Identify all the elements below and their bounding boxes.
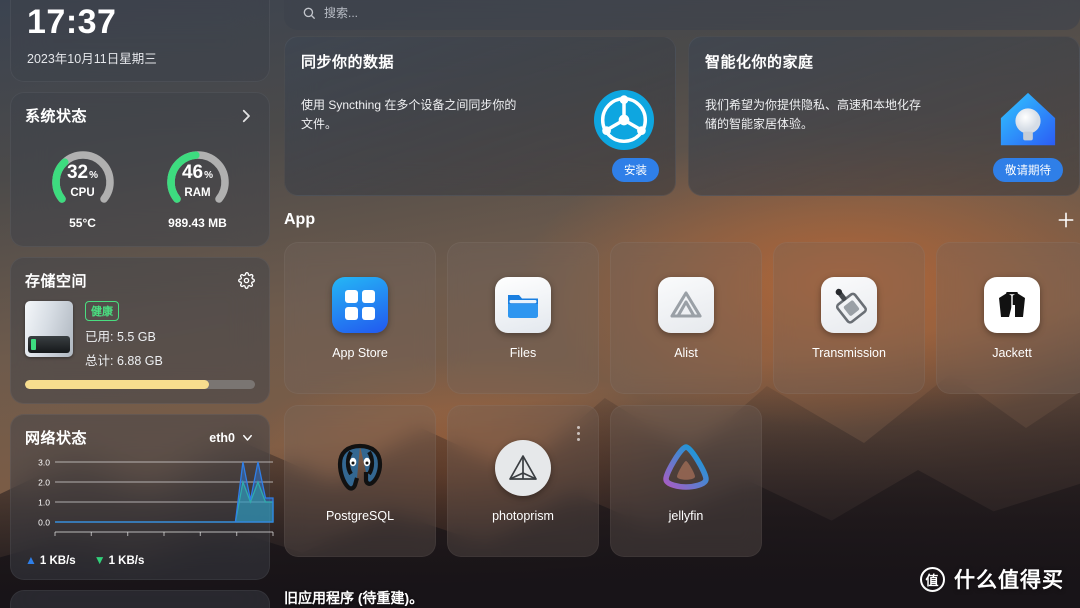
main-content: 同步你的数据 使用 Syncthing 在多个设备之间同步你的文件。 安装 智能… xyxy=(280,0,1080,608)
storage-widget: 存储空间 健康 已用: 5.5 GB 总计: 6.88 GB xyxy=(10,257,270,404)
search-input[interactable] xyxy=(324,6,604,20)
status-badge: 健康 xyxy=(85,301,119,321)
promo-title: 智能化你的家庭 xyxy=(705,54,814,71)
install-button[interactable]: 安装 xyxy=(612,158,659,182)
search-bar[interactable] xyxy=(284,0,1080,30)
app-card-transmission[interactable]: Transmission xyxy=(773,242,925,394)
app-label: jellyfin xyxy=(668,508,704,523)
storage-total: 总计: 6.88 GB xyxy=(85,354,163,368)
promo-card-smart-home: 智能化你的家庭 我们希望为你提供隐私、高速和本地化存储的智能家居体验。 敬请期待 xyxy=(688,36,1080,196)
promo-title: 同步你的数据 xyxy=(301,54,395,71)
gauge-ram-sub: 989.43 MB xyxy=(168,216,227,230)
promo-description: 使用 Syncthing 在多个设备之间同步你的文件。 xyxy=(301,98,517,131)
promo-cards: 同步你的数据 使用 Syncthing 在多个设备之间同步你的文件。 安装 智能… xyxy=(284,36,1080,196)
syncthing-icon xyxy=(593,89,655,151)
app-label: PostgreSQL xyxy=(325,508,395,523)
apps-section-header: App xyxy=(284,210,1076,230)
app-store-icon xyxy=(332,276,388,333)
smart-home-icon xyxy=(1000,92,1056,146)
network-title: 网络状态 xyxy=(25,430,88,447)
app-card-photoprism[interactable]: photoprism xyxy=(447,405,599,557)
gauge-cpu: 32% CPU 55°C xyxy=(41,136,125,230)
storage-used: 已用: 5.5 GB xyxy=(85,330,156,344)
clock-widget: 17:37 2023年10月11日星期三 xyxy=(10,0,270,82)
promo-description: 我们希望为你提供隐私、高速和本地化存储的智能家居体验。 xyxy=(705,98,922,131)
gauge-cpu-label: CPU xyxy=(70,187,95,199)
gauge-cpu-sub: 55°C xyxy=(69,216,96,230)
clock-time: 17:37 xyxy=(27,3,117,41)
gear-icon[interactable] xyxy=(238,272,255,289)
app-card-jackett[interactable]: Jackett xyxy=(936,242,1080,394)
svg-text:3.0: 3.0 xyxy=(38,458,50,468)
arrow-down-icon: ▼ xyxy=(93,553,106,567)
storage-header: 存储空间 xyxy=(25,270,255,291)
chevron-down-icon xyxy=(243,434,252,441)
search-icon xyxy=(303,7,315,19)
apps-section-title: App xyxy=(284,211,316,228)
app-card-alist[interactable]: Alist xyxy=(610,242,762,394)
app-label: Files xyxy=(509,345,537,360)
app-card-app-store[interactable]: App Store xyxy=(284,242,436,394)
coming-soon-button[interactable]: 敬请期待 xyxy=(993,158,1063,182)
plus-icon[interactable] xyxy=(1056,210,1076,230)
system-status-header: 系统状态 xyxy=(25,105,255,126)
network-interface-select[interactable]: eth0 xyxy=(209,430,255,445)
promo-card-syncthing: 同步你的数据 使用 Syncthing 在多个设备之间同步你的文件。 安装 xyxy=(284,36,676,196)
watermark-text: 什么值得买 xyxy=(954,569,1064,592)
gauge-ram-value: 46% xyxy=(181,162,214,183)
app-grid: App Store Files Alist Transmission Jacke… xyxy=(284,242,1080,557)
network-interface-label: eth0 xyxy=(209,430,235,445)
jackett-icon xyxy=(984,276,1040,333)
app-label: Jackett xyxy=(992,345,1032,360)
network-traffic-chart: 0.0 1.0 2.0 3.0 xyxy=(38,458,274,536)
upload-rate: ▲ 1 KB/s xyxy=(25,553,76,567)
storage-info: 健康 已用: 5.5 GB 总计: 6.88 GB xyxy=(85,301,255,369)
storage-progress-bar xyxy=(25,380,255,389)
storage-title: 存储空间 xyxy=(25,273,88,290)
jellyfin-icon xyxy=(658,440,714,496)
postgresql-icon xyxy=(332,440,388,496)
app-card-jellyfin[interactable]: jellyfin xyxy=(610,405,762,557)
storage-body: 健康 已用: 5.5 GB 总计: 6.88 GB xyxy=(25,301,255,369)
network-status-widget: 网络状态 eth0 0.0 1.0 2.0 3.0 ▲ 1 KB/s ▼ 1 KB/s xyxy=(10,414,274,580)
download-rate: ▼ 1 KB/s xyxy=(93,553,145,567)
app-label: App Store xyxy=(332,345,388,360)
watermark-badge: 值 xyxy=(920,566,945,592)
card-menu-icon[interactable] xyxy=(577,426,580,441)
svg-text:1.0: 1.0 xyxy=(38,498,50,508)
legacy-apps-note: 旧应用程序 (待重建)。 xyxy=(284,590,424,606)
arrow-up-icon: ▲ xyxy=(25,553,37,567)
clock-date: 2023年10月11日星期三 xyxy=(27,52,157,66)
app-card-postgresql[interactable]: PostgreSQL xyxy=(284,405,436,557)
network-legend: ▲ 1 KB/s ▼ 1 KB/s xyxy=(25,553,255,567)
app-label: Alist xyxy=(674,345,698,360)
gauge-cpu-value: 32% xyxy=(66,162,99,183)
gauge-ram: 46% RAM 989.43 MB xyxy=(156,136,240,230)
watermark: 值 什么值得买 xyxy=(920,564,1064,594)
svg-text:2.0: 2.0 xyxy=(38,478,50,488)
app-label: Transmission xyxy=(812,345,886,360)
chevron-right-icon[interactable] xyxy=(237,107,255,125)
hard-drive-icon xyxy=(25,301,73,357)
system-status-widget[interactable]: 系统状态 32% CPU 55°C 46% RAM 989.43 MB xyxy=(10,92,270,247)
system-status-title: 系统状态 xyxy=(25,108,88,125)
widget-settings-button[interactable]: 小部件设置 xyxy=(10,590,270,608)
storage-progress-fill xyxy=(25,380,209,389)
app-card-files[interactable]: Files xyxy=(447,242,599,394)
gauge-group: 32% CPU 55°C 46% RAM 989.43 MB xyxy=(25,136,255,230)
files-icon xyxy=(495,276,551,333)
svg-text:0.0: 0.0 xyxy=(38,518,50,528)
gauge-ram-label: RAM xyxy=(184,187,211,199)
widgets-sidebar: 17:37 2023年10月11日星期三 系统状态 32% CPU 55°C 4… xyxy=(0,0,280,608)
network-header: 网络状态 eth0 xyxy=(25,427,255,448)
photoprism-icon xyxy=(495,439,551,496)
transmission-icon xyxy=(821,276,877,333)
app-label: photoprism xyxy=(492,508,554,523)
alist-icon xyxy=(658,276,714,333)
